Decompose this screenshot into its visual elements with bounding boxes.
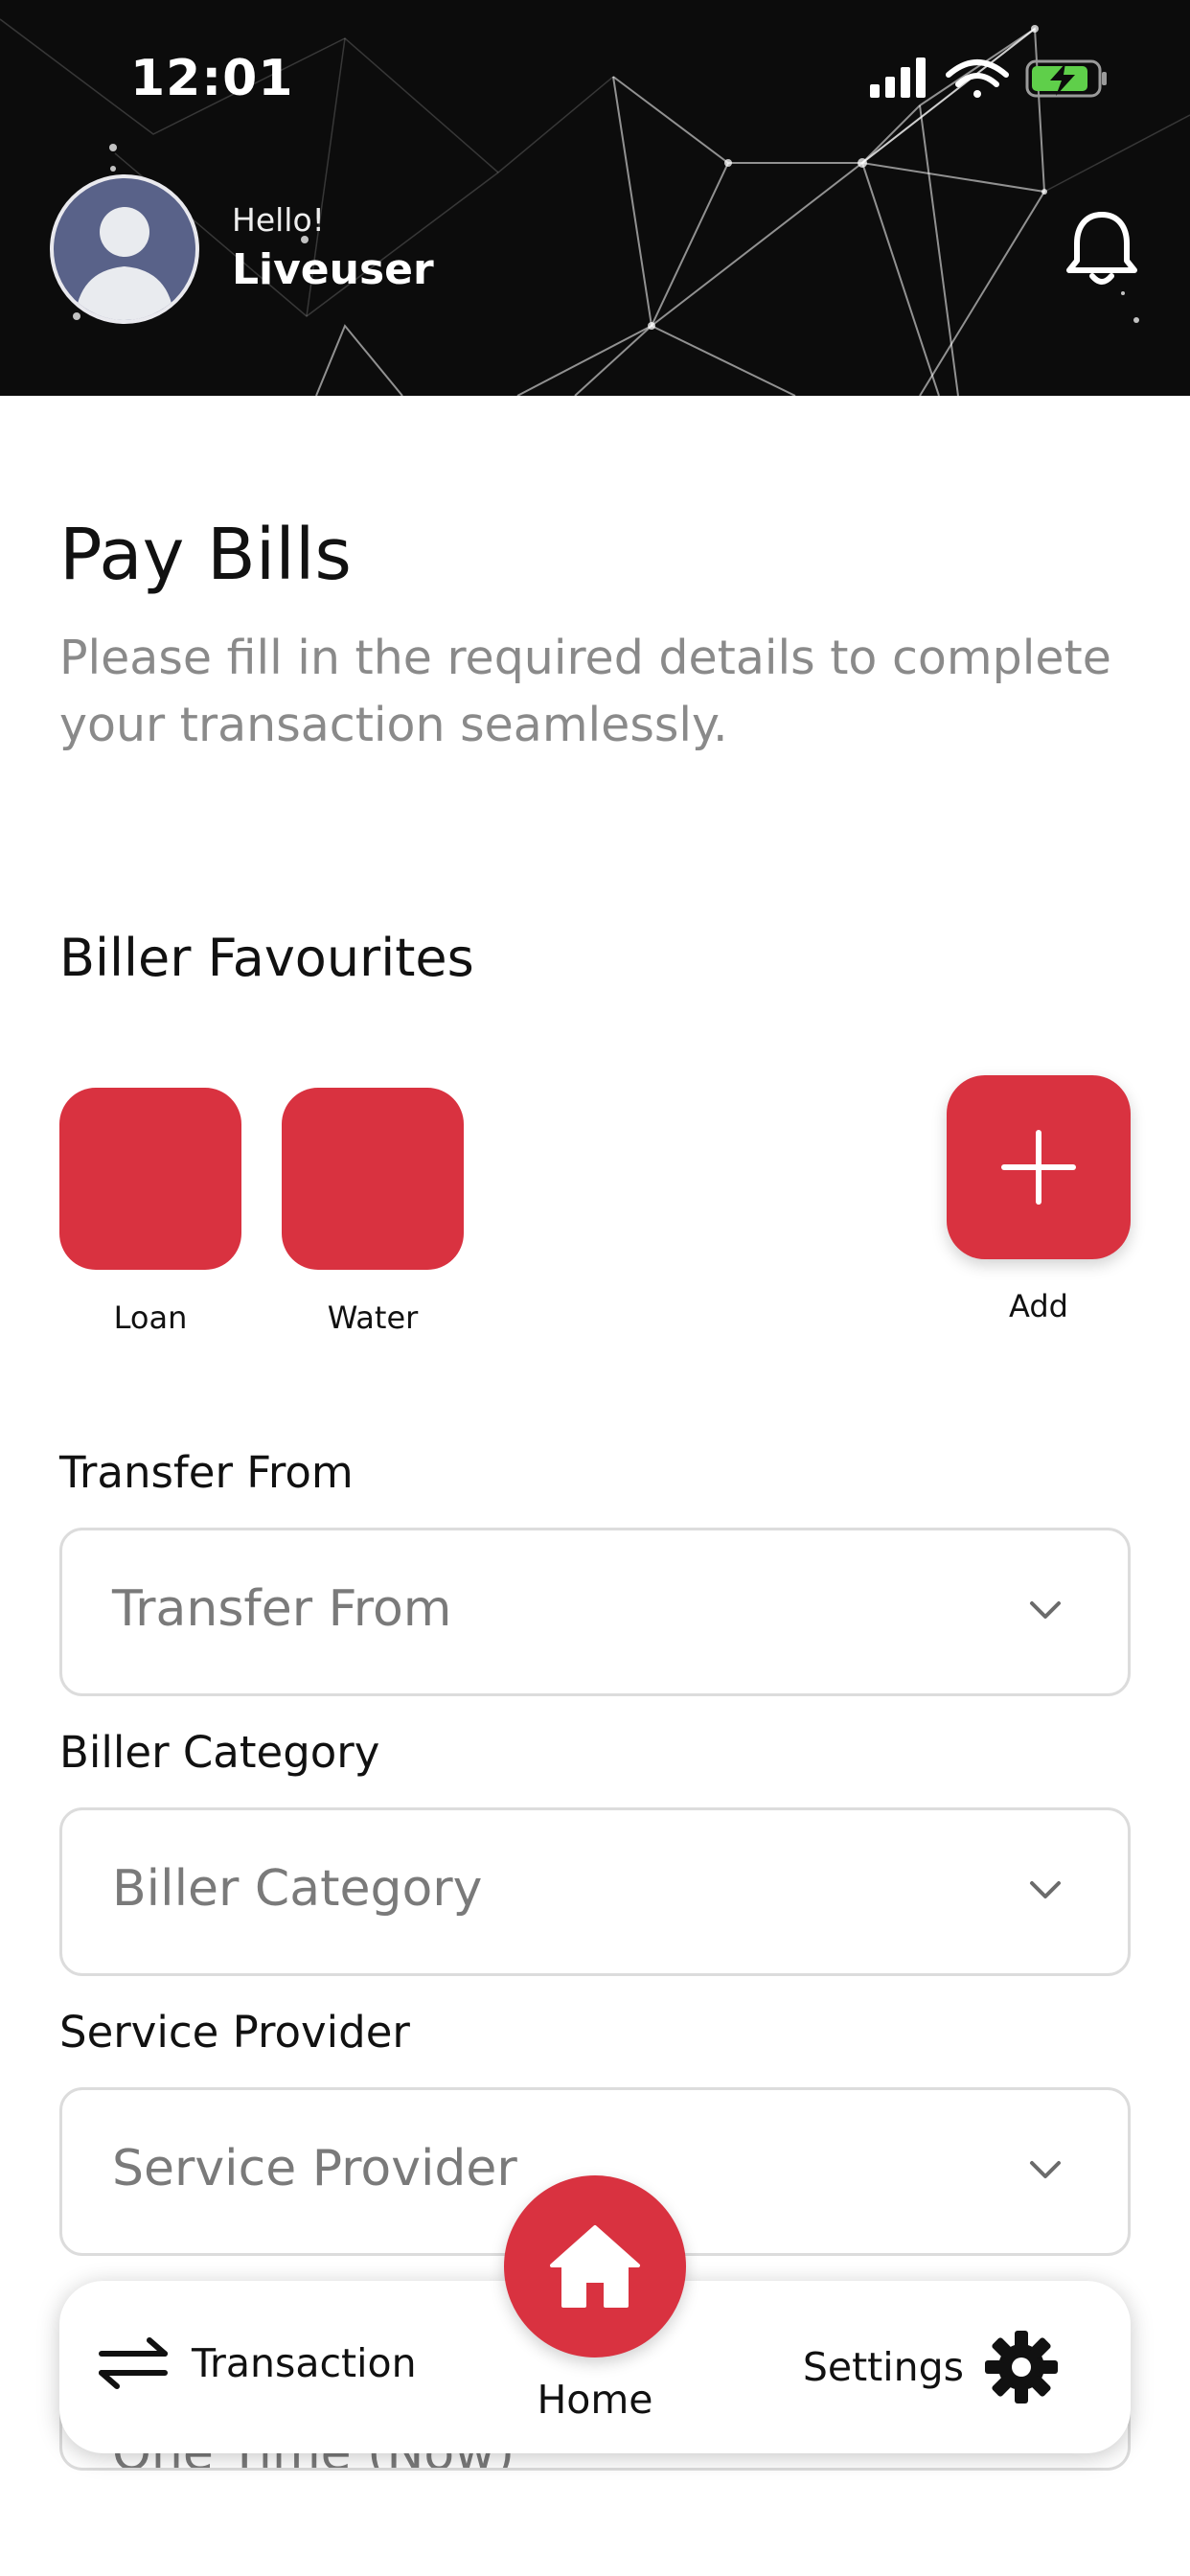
transfer-from-select[interactable]: Transfer From	[59, 1528, 1131, 1696]
service-provider-placeholder: Service Provider	[112, 2140, 517, 2197]
home-icon	[550, 2225, 640, 2308]
favourite-loan-button[interactable]	[59, 1088, 241, 1270]
favourite-label: Water	[327, 1300, 419, 1336]
signal-icon	[870, 58, 926, 98]
favourite-water-button[interactable]	[282, 1088, 464, 1270]
user-silhouette-icon	[75, 207, 174, 320]
nav-transaction-label: Transaction	[192, 2340, 417, 2386]
biller-category-label: Biller Category	[59, 1727, 380, 1778]
nav-settings[interactable]: Settings	[803, 2329, 1060, 2405]
add-label: Add	[1009, 1288, 1068, 1324]
plus-icon	[1001, 1130, 1076, 1205]
status-icons	[862, 54, 1111, 105]
nav-home-button[interactable]	[504, 2175, 686, 2358]
battery-charging-icon	[1025, 59, 1107, 98]
favourite-label: Loan	[113, 1300, 188, 1336]
nav-transaction[interactable]: Transaction	[96, 2336, 417, 2390]
nav-settings-label: Settings	[802, 2344, 964, 2390]
biller-favourites-title: Biller Favourites	[59, 928, 474, 988]
avatar[interactable]	[50, 174, 199, 324]
bell-icon[interactable]	[1064, 209, 1140, 293]
greeting-text: Hello!	[232, 201, 325, 239]
biller-category-select[interactable]: Biller Category	[59, 1807, 1131, 1976]
add-favourite-button[interactable]	[947, 1075, 1131, 1259]
app-header: 12:01 Hello! Liveuser	[0, 0, 1190, 396]
transfer-from-placeholder: Transfer From	[112, 1580, 452, 1638]
biller-category-placeholder: Biller Category	[112, 1860, 483, 1918]
nav-home-label: Home	[537, 2377, 653, 2423]
gear-icon	[985, 2331, 1058, 2404]
page-subtitle: Please fill in the required details to c…	[59, 631, 1111, 752]
chevron-down-icon	[1030, 1881, 1061, 1898]
chevron-down-icon	[1030, 1601, 1061, 1619]
username: Liveuser	[232, 245, 434, 294]
status-time: 12:01	[130, 50, 294, 107]
transfer-arrows-icon	[99, 2337, 168, 2389]
service-provider-label: Service Provider	[59, 2007, 410, 2058]
wifi-icon	[946, 59, 1009, 98]
chevron-down-icon	[1030, 2161, 1061, 2178]
page-title: Pay Bills	[59, 514, 352, 596]
transfer-from-label: Transfer From	[59, 1447, 354, 1498]
